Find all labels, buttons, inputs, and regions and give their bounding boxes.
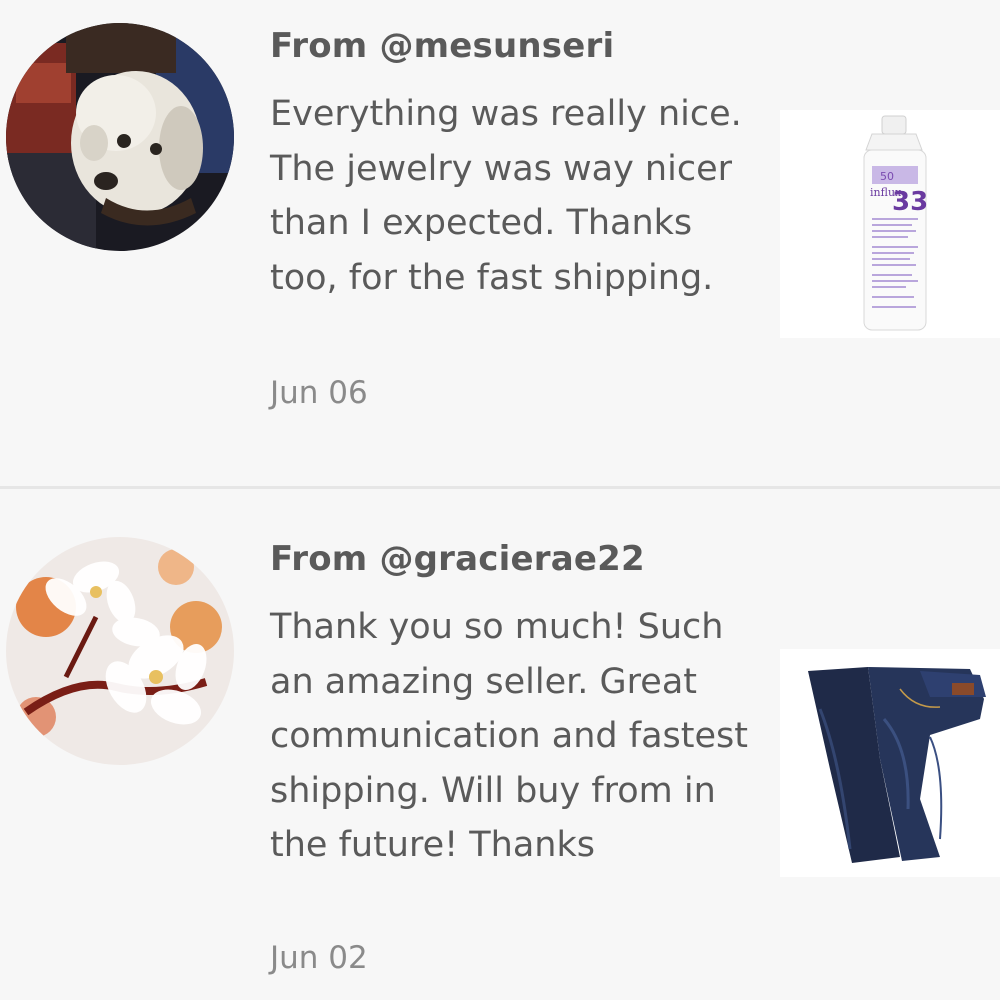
- review-author[interactable]: From @gracierae22: [270, 539, 645, 579]
- conditioner-bottle-photo-icon: 50 influx 33: [780, 110, 1000, 338]
- review-comment: Thank you so much! Such an amazing selle…: [270, 607, 748, 865]
- review-date: Jun 02: [270, 940, 368, 976]
- jeans-photo-icon: [780, 649, 1000, 877]
- bottle-number: 33: [892, 187, 928, 217]
- review-item: From @gracierae22 Thank you so much! Suc…: [0, 489, 1000, 1000]
- review-feed: From @mesunseri Everything was really ni…: [0, 0, 1000, 1000]
- bottle-badge: 50: [880, 170, 894, 183]
- review-author[interactable]: From @mesunseri: [270, 26, 614, 66]
- review-date: Jun 06: [270, 375, 368, 411]
- product-thumbnail[interactable]: 50 influx 33: [780, 110, 1000, 338]
- review-comment: Everything was really nice. The jewelry …: [270, 94, 742, 298]
- avatar[interactable]: [6, 23, 234, 251]
- review-item: From @mesunseri Everything was really ni…: [0, 0, 1000, 487]
- dog-photo-icon: [6, 23, 234, 251]
- product-thumbnail[interactable]: [780, 649, 1000, 877]
- cherry-blossom-photo-icon: [6, 537, 234, 765]
- avatar[interactable]: [6, 537, 234, 765]
